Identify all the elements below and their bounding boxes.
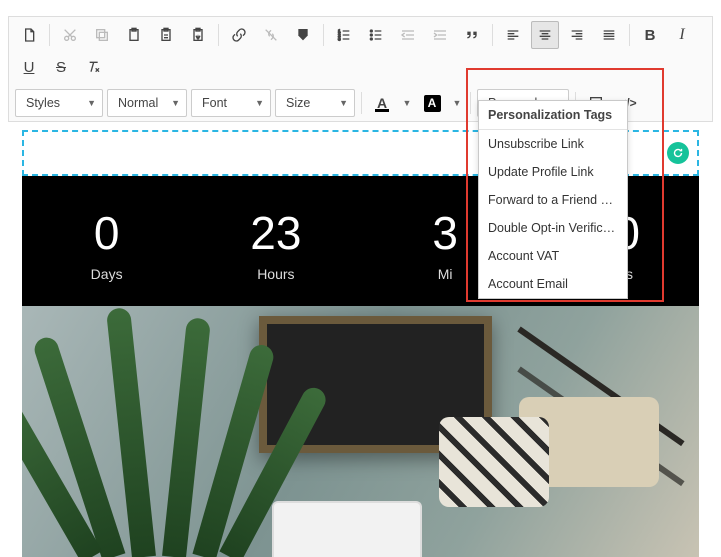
text-color-swatch xyxy=(375,109,389,112)
copy-button[interactable] xyxy=(88,21,116,49)
personalization-dropdown: Personalization Tags Unsubscribe Link Up… xyxy=(478,100,628,299)
cut-button[interactable] xyxy=(56,21,84,49)
paste-word-button[interactable] xyxy=(184,21,212,49)
new-page-button[interactable] xyxy=(15,21,43,49)
caret-down-icon: ▼ xyxy=(171,98,180,108)
caret-down-icon: ▼ xyxy=(87,98,96,108)
decor-pillow xyxy=(439,417,549,507)
size-label: Size xyxy=(286,96,310,110)
outdent-button[interactable] xyxy=(394,21,422,49)
styles-select[interactable]: Styles ▼ xyxy=(15,89,103,117)
dropdown-header: Personalization Tags xyxy=(479,101,627,130)
paste-button[interactable] xyxy=(120,21,148,49)
bg-color-button[interactable]: A xyxy=(418,89,446,117)
caret-down-icon: ▼ xyxy=(255,98,264,108)
align-justify-button[interactable] xyxy=(595,21,623,49)
countdown-label: Hours xyxy=(231,266,321,282)
strike-button[interactable]: S xyxy=(47,53,75,81)
countdown-cell-days: 0 Days xyxy=(62,206,152,282)
paste-text-button[interactable] xyxy=(152,21,180,49)
bg-color-glyph: A xyxy=(424,95,441,112)
unlink-button[interactable] xyxy=(257,21,285,49)
toolbar-separator xyxy=(49,24,50,46)
countdown-value: 23 xyxy=(231,206,321,260)
countdown-cell-hours: 23 Hours xyxy=(231,206,321,282)
align-center-button[interactable] xyxy=(531,21,559,49)
text-color-button[interactable]: A xyxy=(368,89,396,117)
toolbar-separator xyxy=(218,24,219,46)
dropdown-item-update-profile[interactable]: Update Profile Link xyxy=(479,158,627,186)
text-color-caret[interactable]: ▼ xyxy=(400,98,414,108)
font-select[interactable]: Font ▼ xyxy=(191,89,271,117)
blockquote-button[interactable] xyxy=(458,21,486,49)
styles-label: Styles xyxy=(26,96,60,110)
dropdown-item-double-optin[interactable]: Double Opt-in Verificati… xyxy=(479,214,627,242)
caret-down-icon: ▼ xyxy=(339,98,348,108)
underline-button[interactable]: U xyxy=(15,53,43,81)
toolbar-separator xyxy=(629,24,630,46)
font-label: Font xyxy=(202,96,227,110)
countdown-cell-minutes: 3 Mi xyxy=(400,206,490,282)
size-select[interactable]: Size ▼ xyxy=(275,89,355,117)
decor-laptop xyxy=(272,501,422,557)
dropdown-item-account-vat[interactable]: Account VAT xyxy=(479,242,627,270)
align-left-button[interactable] xyxy=(499,21,527,49)
dropdown-item-account-email[interactable]: Account Email xyxy=(479,270,627,298)
bold-button[interactable]: B xyxy=(636,21,664,49)
bg-color-caret[interactable]: ▼ xyxy=(450,98,464,108)
italic-button[interactable]: I xyxy=(668,21,696,49)
countdown-label: Days xyxy=(62,266,152,282)
dropdown-item-forward-friend[interactable]: Forward to a Friend Link xyxy=(479,186,627,214)
grammarly-icon[interactable] xyxy=(667,142,689,164)
format-label: Normal xyxy=(118,96,158,110)
countdown-value: 3 xyxy=(400,206,490,260)
countdown-label: Mi xyxy=(400,266,490,282)
format-select[interactable]: Normal ▼ xyxy=(107,89,187,117)
align-right-button[interactable] xyxy=(563,21,591,49)
ordered-list-button[interactable]: 123 xyxy=(330,21,358,49)
toolbar-separator xyxy=(492,24,493,46)
svg-text:3: 3 xyxy=(338,36,341,41)
anchor-button[interactable] xyxy=(289,21,317,49)
link-button[interactable] xyxy=(225,21,253,49)
unordered-list-button[interactable] xyxy=(362,21,390,49)
toolbar-separator xyxy=(470,92,471,114)
toolbar-separator xyxy=(323,24,324,46)
dropdown-item-unsubscribe[interactable]: Unsubscribe Link xyxy=(479,130,627,158)
toolbar-separator xyxy=(361,92,362,114)
hero-image xyxy=(22,306,699,557)
indent-button[interactable] xyxy=(426,21,454,49)
remove-format-button[interactable] xyxy=(79,53,107,81)
countdown-value: 0 xyxy=(62,206,152,260)
